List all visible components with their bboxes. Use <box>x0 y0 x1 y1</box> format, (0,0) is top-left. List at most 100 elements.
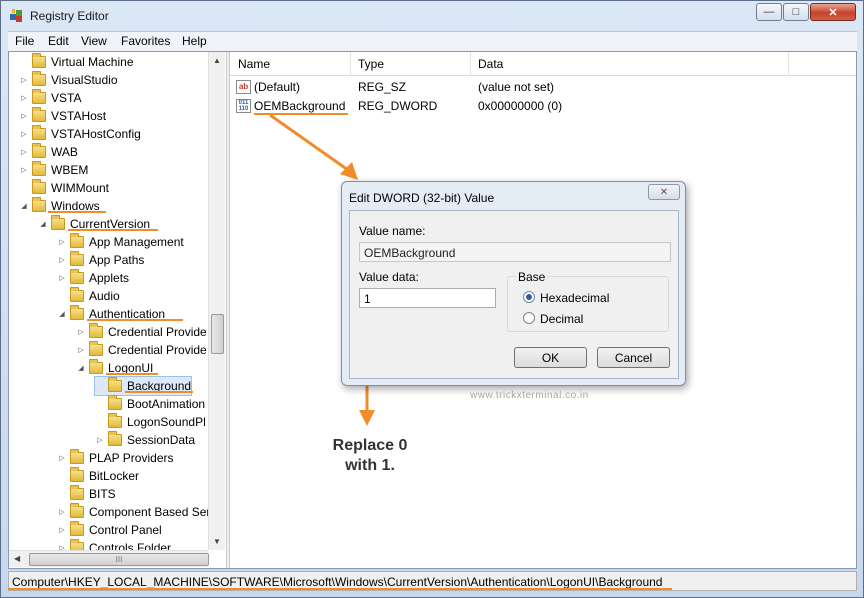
tree-node[interactable]: ▷ Control Panel <box>57 521 162 539</box>
expand-arrow-icon[interactable]: ▷ <box>76 327 86 337</box>
column-divider[interactable] <box>470 52 471 76</box>
tree-horizontal-scrollbar[interactable]: ◀ III <box>9 550 209 567</box>
collapse-arrow-icon[interactable]: ◢ <box>57 309 67 319</box>
folder-icon <box>108 431 122 446</box>
folder-icon <box>108 395 122 410</box>
expand-arrow-icon[interactable]: ▷ <box>57 273 67 283</box>
tree-node-label: Audio <box>89 289 120 303</box>
menu-edit[interactable]: Edit <box>48 34 69 48</box>
folder-icon <box>32 107 46 122</box>
folder-icon <box>32 179 46 194</box>
expand-arrow-icon[interactable]: ▷ <box>19 75 29 85</box>
tree-node[interactable]: ▷ WAB <box>19 143 78 161</box>
value-type: REG_DWORD <box>358 99 438 113</box>
string-value-icon: ab <box>236 80 251 94</box>
hexadecimal-radio[interactable] <box>523 291 535 303</box>
list-header: Name Type Data <box>230 52 856 76</box>
expand-arrow-icon[interactable]: ▷ <box>57 255 67 265</box>
menu-bar: File Edit View Favorites Help <box>8 31 857 51</box>
expand-arrow-icon[interactable]: ▷ <box>76 345 86 355</box>
menu-view[interactable]: View <box>81 34 107 48</box>
expand-arrow-icon[interactable]: ▷ <box>19 165 29 175</box>
title-bar[interactable]: Registry Editor — □ ✕ <box>1 1 863 31</box>
minimize-button[interactable]: — <box>756 3 782 21</box>
tree-node[interactable]: ▷ VSTAHost <box>19 107 106 125</box>
tree-node[interactable]: ▷ SessionData <box>95 431 195 449</box>
folder-icon <box>89 341 103 356</box>
value-data-input[interactable]: 1 <box>359 288 496 308</box>
folder-icon <box>32 125 46 140</box>
tree-node-label: BitLocker <box>89 469 140 483</box>
tree-node[interactable]: ▷ Credential Provide <box>76 323 207 341</box>
expand-arrow-icon[interactable]: ▷ <box>19 111 29 121</box>
menu-help[interactable]: Help <box>182 34 207 48</box>
tree-vertical-scroll-thumb[interactable] <box>211 314 224 354</box>
collapse-arrow-icon[interactable]: ◢ <box>19 201 29 211</box>
ok-button[interactable]: OK <box>514 347 587 368</box>
tree-node[interactable]: BITS <box>57 485 116 503</box>
registry-key-tree: Virtual Machine ▷ VisualStudio ▷ VSTA ▷ VSTAHo… <box>9 52 226 568</box>
instruction-callout: Replace 0 with 1. <box>320 436 420 476</box>
tree-node[interactable]: ▷ WBEM <box>19 161 88 179</box>
maximize-button[interactable]: □ <box>783 3 809 21</box>
tree-horizontal-scroll-thumb[interactable]: III <box>29 553 209 566</box>
expand-arrow-icon[interactable]: ▷ <box>57 453 67 463</box>
tree-node[interactable]: BitLocker <box>57 467 139 485</box>
cancel-button[interactable]: Cancel <box>597 347 670 368</box>
tree-node[interactable]: ▷ PLAP Providers <box>57 449 174 467</box>
folder-icon <box>70 503 84 518</box>
close-button[interactable]: ✕ <box>810 3 856 21</box>
folder-icon <box>70 305 84 320</box>
column-header-name[interactable]: Name <box>238 57 270 71</box>
tree-node[interactable]: ▷ App Paths <box>57 251 144 269</box>
menu-file[interactable]: File <box>15 34 34 48</box>
tree-node[interactable]: ▷ VisualStudio <box>19 71 118 89</box>
folder-icon <box>32 53 46 68</box>
tree-node[interactable]: ▷ App Management <box>57 233 184 251</box>
folder-icon <box>89 323 103 338</box>
tree-node-label: Applets <box>89 271 130 285</box>
collapse-arrow-icon[interactable]: ◢ <box>38 219 48 229</box>
base-label: Base <box>516 270 548 284</box>
value-name: OEMBackground <box>254 99 346 113</box>
column-divider[interactable] <box>788 52 789 76</box>
collapse-arrow-icon[interactable]: ◢ <box>76 363 86 373</box>
folder-icon <box>70 233 84 248</box>
decimal-label[interactable]: Decimal <box>540 312 583 326</box>
tree-node[interactable]: BootAnimation <box>95 395 205 413</box>
scroll-up-arrow-icon[interactable]: ▲ <box>213 56 221 65</box>
registry-editor-icon <box>10 9 22 22</box>
column-header-type[interactable]: Type <box>358 57 384 71</box>
scroll-left-arrow-icon[interactable]: ◀ <box>14 554 20 563</box>
dialog-close-button[interactable]: ✕ <box>648 184 680 200</box>
list-row[interactable]: ab (Default) REG_SZ (value not set) <box>230 78 856 97</box>
decimal-radio[interactable] <box>523 312 535 324</box>
expand-arrow-icon[interactable]: ▷ <box>19 93 29 103</box>
expand-arrow-icon[interactable]: ▷ <box>19 129 29 139</box>
tree-node-label: Control Panel <box>89 523 162 537</box>
tree-vertical-scrollbar[interactable]: ▲ ▼ <box>208 52 225 550</box>
folder-icon <box>32 197 46 212</box>
tree-node[interactable]: ▷ Credential Provide <box>76 341 207 359</box>
tree-node[interactable]: ▷ Component Based Ser <box>57 503 210 521</box>
tree-node[interactable]: ▷ VSTAHostConfig <box>19 125 141 143</box>
expand-arrow-icon[interactable]: ▷ <box>57 507 67 517</box>
expand-arrow-icon[interactable]: ▷ <box>19 147 29 157</box>
menu-favorites[interactable]: Favorites <box>121 34 170 48</box>
tree-node[interactable]: LogonSoundPl <box>95 413 206 431</box>
tree-node[interactable]: Audio <box>57 287 120 305</box>
scroll-down-arrow-icon[interactable]: ▼ <box>213 537 221 546</box>
hexadecimal-label[interactable]: Hexadecimal <box>540 291 609 305</box>
column-divider[interactable] <box>350 52 351 76</box>
expand-arrow-icon[interactable]: ▷ <box>95 435 105 445</box>
tree-node[interactable]: Virtual Machine <box>19 53 134 71</box>
tree-node[interactable]: ▷ VSTA <box>19 89 81 107</box>
expand-arrow-icon[interactable]: ▷ <box>57 525 67 535</box>
column-header-data[interactable]: Data <box>478 57 503 71</box>
expand-arrow-icon[interactable]: ▷ <box>57 237 67 247</box>
binary-value-icon: 011 110 <box>236 99 251 113</box>
tree-node[interactable]: WIMMount <box>19 179 109 197</box>
tree-node[interactable]: ▷ Applets <box>57 269 129 287</box>
